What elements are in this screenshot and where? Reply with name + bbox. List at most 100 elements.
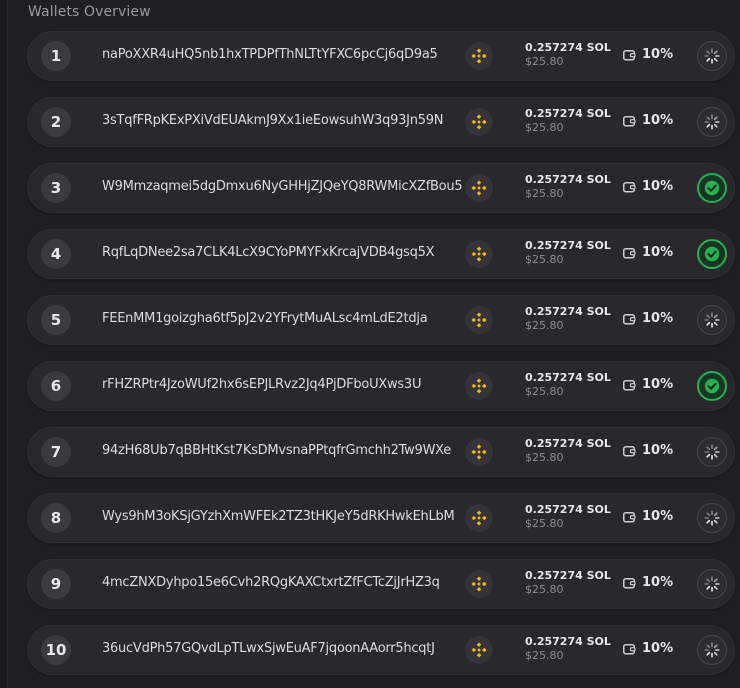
wallet-percent: 10% (623, 443, 673, 458)
wallet-index: 6 (41, 371, 71, 401)
bnb-diamond-icon (471, 180, 487, 196)
spinner-icon (704, 114, 720, 130)
balance-usd: $25.80 (525, 187, 564, 200)
wallet-address[interactable]: W9Mmzaqmei5dgDmxu6NyGHHjZJQeYQ8RWMicXZfB… (102, 179, 463, 194)
status-loading (697, 305, 727, 335)
bnb-icon (465, 42, 493, 70)
wallet-address[interactable]: RqfLqDNee2sa7CLK4LcX9CYoPMYFxKrcajVDB4gs… (102, 245, 435, 260)
wallet-balance: 0.257274 SOL $25.80 (525, 41, 611, 69)
wallet-index: 3 (41, 173, 71, 203)
balance-sol: 0.257274 SOL (525, 41, 611, 54)
bnb-diamond-icon (471, 510, 487, 526)
wallet-address[interactable]: Wys9hM3oKSjGYzhXmWFEk2TZ3tHKJeY5dRKHwkEh… (102, 509, 455, 524)
wallet-index-label: 10 (45, 641, 67, 659)
wallet-index-label: 2 (50, 113, 62, 131)
spinner-icon (704, 642, 720, 658)
spinner-icon (704, 576, 720, 592)
bnb-icon (465, 372, 493, 400)
balance-usd: $25.80 (525, 319, 564, 332)
wallet-balance: 0.257274 SOL $25.80 (525, 239, 611, 267)
balance-sol: 0.257274 SOL (525, 107, 611, 120)
wallet-percent: 10% (623, 245, 673, 260)
wallet-address[interactable]: rFHZRPtr4JzoWUf2hx6sEPJLRvz2Jq4PjDFboUXw… (102, 377, 421, 392)
percent-value: 10% (642, 311, 674, 326)
wallet-index: 2 (41, 107, 71, 137)
spinner-icon (704, 48, 720, 64)
status-done (697, 239, 727, 269)
percent-value: 10% (642, 377, 674, 392)
wallet-index-label: 4 (50, 245, 62, 263)
wallet-index: 9 (41, 569, 71, 599)
status-done (697, 173, 727, 203)
status-loading (697, 635, 727, 665)
bnb-icon (465, 108, 493, 136)
wallet-icon (623, 115, 636, 126)
balance-sol: 0.257274 SOL (525, 173, 611, 186)
page-title: Wallets Overview (28, 4, 151, 20)
status-done (697, 371, 727, 401)
wallet-icon (623, 181, 636, 192)
balance-sol: 0.257274 SOL (525, 569, 611, 582)
wallet-icon (623, 379, 636, 390)
wallet-balance: 0.257274 SOL $25.80 (525, 173, 611, 201)
percent-value: 10% (642, 443, 674, 458)
wallet-balance: 0.257274 SOL $25.80 (525, 503, 611, 531)
balance-usd: $25.80 (525, 517, 564, 530)
wallet-address[interactable]: 3sTqfFRpKExPXiVdEUAkmJ9Xx1ieEowsuhW3q93J… (102, 113, 443, 128)
balance-usd: $25.80 (525, 583, 564, 596)
wallet-row[interactable]: 7 94zH68Ub7qBBHtKst7KsDMvsnaPPtqfrGmchh2… (27, 427, 735, 477)
wallet-index: 8 (41, 503, 71, 533)
wallet-percent: 10% (623, 509, 673, 524)
wallet-row[interactable]: 10 36ucVdPh57GQvdLpTLwxSjwEuAF7jqoonAAor… (27, 625, 735, 675)
check-circle-icon (704, 180, 720, 196)
wallet-row[interactable]: 5 FEEnMM1goizgha6tf5pJ2v2YFrytMuALsc4mLd… (27, 295, 735, 345)
wallets-panel: Wallets Overview 1 naPoXXR4uHQ5nb1hxTPDP… (7, 0, 740, 688)
check-circle-icon (704, 246, 720, 262)
bnb-diamond-icon (471, 246, 487, 262)
wallet-address[interactable]: 36ucVdPh57GQvdLpTLwxSjwEuAF7jqoonAAorr5h… (102, 641, 435, 656)
wallet-percent: 10% (623, 179, 673, 194)
wallet-index-label: 9 (50, 575, 62, 593)
balance-usd: $25.80 (525, 649, 564, 662)
bnb-icon (465, 240, 493, 268)
wallet-index-label: 3 (50, 179, 62, 197)
wallet-address[interactable]: naPoXXR4uHQ5nb1hxTPDPfThNLTtYFXC6pcCj6qD… (102, 47, 438, 62)
percent-value: 10% (642, 509, 674, 524)
wallet-percent: 10% (623, 311, 673, 326)
wallet-icon (623, 313, 636, 324)
wallet-row[interactable]: 9 4mcZNXDyhpo15e6Cvh2RQgKAXCtxrtZfFCTcZj… (27, 559, 735, 609)
status-loading (697, 503, 727, 533)
spinner-icon (704, 444, 720, 460)
wallet-row[interactable]: 3 W9Mmzaqmei5dgDmxu6NyGHHjZJQeYQ8RWMicXZ… (27, 163, 735, 213)
wallet-balance: 0.257274 SOL $25.80 (525, 371, 611, 399)
wallet-address[interactable]: 4mcZNXDyhpo15e6Cvh2RQgKAXCtxrtZfFCTcZjJr… (102, 575, 440, 590)
bnb-diamond-icon (471, 444, 487, 460)
balance-sol: 0.257274 SOL (525, 239, 611, 252)
balance-sol: 0.257274 SOL (525, 635, 611, 648)
percent-value: 10% (642, 113, 674, 128)
wallet-row[interactable]: 4 RqfLqDNee2sa7CLK4LcX9CYoPMYFxKrcajVDB4… (27, 229, 735, 279)
wallet-index-label: 1 (50, 47, 62, 65)
wallet-balance: 0.257274 SOL $25.80 (525, 437, 611, 465)
balance-usd: $25.80 (525, 451, 564, 464)
wallet-percent: 10% (623, 113, 673, 128)
wallet-row[interactable]: 6 rFHZRPtr4JzoWUf2hx6sEPJLRvz2Jq4PjDFboU… (27, 361, 735, 411)
bnb-diamond-icon (471, 312, 487, 328)
wallet-index: 1 (41, 41, 71, 71)
wallet-balance: 0.257274 SOL $25.80 (525, 569, 611, 597)
status-loading (697, 41, 727, 71)
wallet-index: 5 (41, 305, 71, 335)
wallet-percent: 10% (623, 47, 673, 62)
wallet-index-label: 7 (50, 443, 62, 461)
wallet-row[interactable]: 2 3sTqfFRpKExPXiVdEUAkmJ9Xx1ieEowsuhW3q9… (27, 97, 735, 147)
wallet-address[interactable]: FEEnMM1goizgha6tf5pJ2v2YFrytMuALsc4mLdE2… (102, 311, 428, 326)
wallet-row[interactable]: 1 naPoXXR4uHQ5nb1hxTPDPfThNLTtYFXC6pcCj6… (27, 31, 735, 81)
wallet-index: 7 (41, 437, 71, 467)
wallet-index-label: 5 (50, 311, 62, 329)
status-loading (697, 569, 727, 599)
wallet-row[interactable]: 8 Wys9hM3oKSjGYzhXmWFEk2TZ3tHKJeY5dRKHwk… (27, 493, 735, 543)
bnb-diamond-icon (471, 378, 487, 394)
wallet-index: 10 (41, 635, 71, 665)
wallet-index-label: 6 (50, 377, 62, 395)
wallet-address[interactable]: 94zH68Ub7qBBHtKst7KsDMvsnaPPtqfrGmchh2Tw… (102, 443, 451, 458)
